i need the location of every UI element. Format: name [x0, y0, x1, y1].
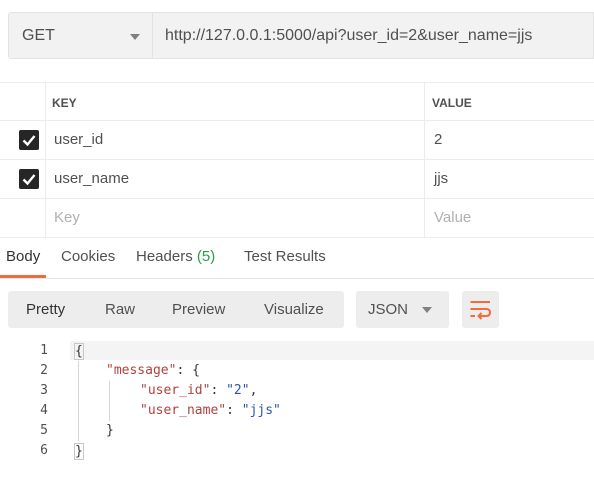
code-line-4: "user_name": "jjs" [140, 403, 281, 418]
chevron-down-icon [130, 34, 140, 40]
line-number: 5 [40, 423, 48, 438]
param-row-new: Key Value [0, 199, 594, 238]
response-body-viewer[interactable]: 1 2 3 4 5 6 { "message": { "user_id": "2… [0, 340, 594, 465]
view-preview-button[interactable]: Preview [172, 301, 225, 318]
param-value-cell[interactable]: jjs [425, 160, 594, 198]
tab-cookies[interactable]: Cookies [61, 248, 115, 265]
param-checkbox-user-name[interactable] [19, 169, 39, 189]
code-line-1: { [74, 343, 84, 360]
param-check-cell [0, 160, 46, 198]
json-key-message: "message" [106, 363, 177, 378]
new-value-input[interactable]: Value [425, 199, 594, 237]
param-key: user_name [54, 170, 130, 187]
value-placeholder: Value [434, 209, 472, 226]
value-header: VALUE [432, 96, 472, 110]
param-row-user-id: user_id 2 [0, 121, 594, 160]
param-row-user-name: user_name jjs [0, 160, 594, 199]
wrap-lines-icon [470, 301, 492, 320]
url-text: http://127.0.0.1:5000/api?user_id=2&user… [165, 27, 533, 44]
param-value: jjs [434, 170, 449, 187]
line-number: 2 [40, 363, 48, 378]
active-tab-indicator [0, 275, 46, 278]
json-punct: : [226, 403, 242, 418]
view-pretty-button[interactable]: Pretty [26, 301, 65, 318]
chevron-down-icon [422, 307, 432, 313]
wrap-lines-button[interactable] [462, 291, 499, 328]
close-brace: } [74, 443, 84, 460]
key-header-cell: KEY [45, 83, 425, 120]
json-punct: : [210, 383, 227, 398]
indent-guide [109, 381, 110, 421]
checkmark-icon [22, 174, 36, 186]
tab-headers-label: Headers [136, 248, 193, 265]
line-number: 3 [40, 383, 48, 398]
new-key-input[interactable]: Key [45, 199, 425, 237]
header-check-cell [0, 83, 46, 120]
checkmark-icon [22, 135, 36, 147]
param-check-cell [0, 199, 46, 237]
active-line-highlight [70, 341, 594, 360]
param-value-cell[interactable]: 2 [425, 121, 594, 159]
line-number: 1 [40, 343, 48, 358]
json-key-user-name: "user_name" [140, 403, 227, 418]
response-toolbar: Pretty Raw Preview Visualize JSON [8, 291, 594, 328]
json-key-user-id: "user_id" [140, 383, 211, 398]
open-brace: { [74, 343, 84, 360]
params-table: KEY VALUE user_id 2 user_name jjs Key Va… [0, 82, 594, 238]
json-value-user-id: "2" [226, 383, 250, 398]
param-check-cell [0, 121, 46, 159]
headers-count-badge: (5) [196, 248, 216, 265]
format-label: JSON [368, 301, 409, 318]
inner-close-brace: } [106, 423, 114, 438]
view-mode-group: Pretty Raw Preview Visualize [8, 291, 344, 328]
json-punct: , [249, 383, 258, 398]
indent-guide [78, 361, 79, 441]
json-value-user-name: "jjs" [241, 403, 281, 418]
url-input[interactable]: http://127.0.0.1:5000/api?user_id=2&user… [152, 12, 594, 59]
param-key: user_id [54, 131, 104, 148]
format-select[interactable]: JSON [356, 291, 449, 328]
params-header-row: KEY VALUE [0, 82, 594, 121]
request-bar: GET http://127.0.0.1:5000/api?user_id=2&… [8, 12, 594, 61]
tab-headers[interactable]: Headers (5) [136, 248, 215, 265]
param-key-cell[interactable]: user_id [45, 121, 425, 159]
line-number: 4 [40, 403, 48, 418]
value-header-cell: VALUE [425, 83, 594, 120]
view-visualize-button[interactable]: Visualize [264, 301, 324, 318]
code-line-6: } [74, 443, 84, 460]
code-line-5: } [106, 423, 114, 438]
code-line-2: "message": { [106, 363, 200, 378]
code-line-3: "user_id": "2", [140, 383, 257, 398]
method-select[interactable]: GET [8, 12, 152, 59]
param-value: 2 [434, 131, 443, 148]
json-punct: : { [176, 363, 200, 378]
view-raw-button[interactable]: Raw [105, 301, 135, 318]
line-number: 6 [40, 443, 48, 458]
param-checkbox-user-id[interactable] [19, 130, 39, 150]
key-header: KEY [52, 96, 77, 110]
response-tabs: Body Cookies Headers (5) Test Results [0, 237, 594, 279]
tab-body[interactable]: Body [6, 248, 40, 265]
method-label: GET [22, 27, 55, 44]
key-placeholder: Key [54, 209, 80, 226]
param-key-cell[interactable]: user_name [45, 160, 425, 198]
tab-test-results[interactable]: Test Results [244, 248, 326, 265]
